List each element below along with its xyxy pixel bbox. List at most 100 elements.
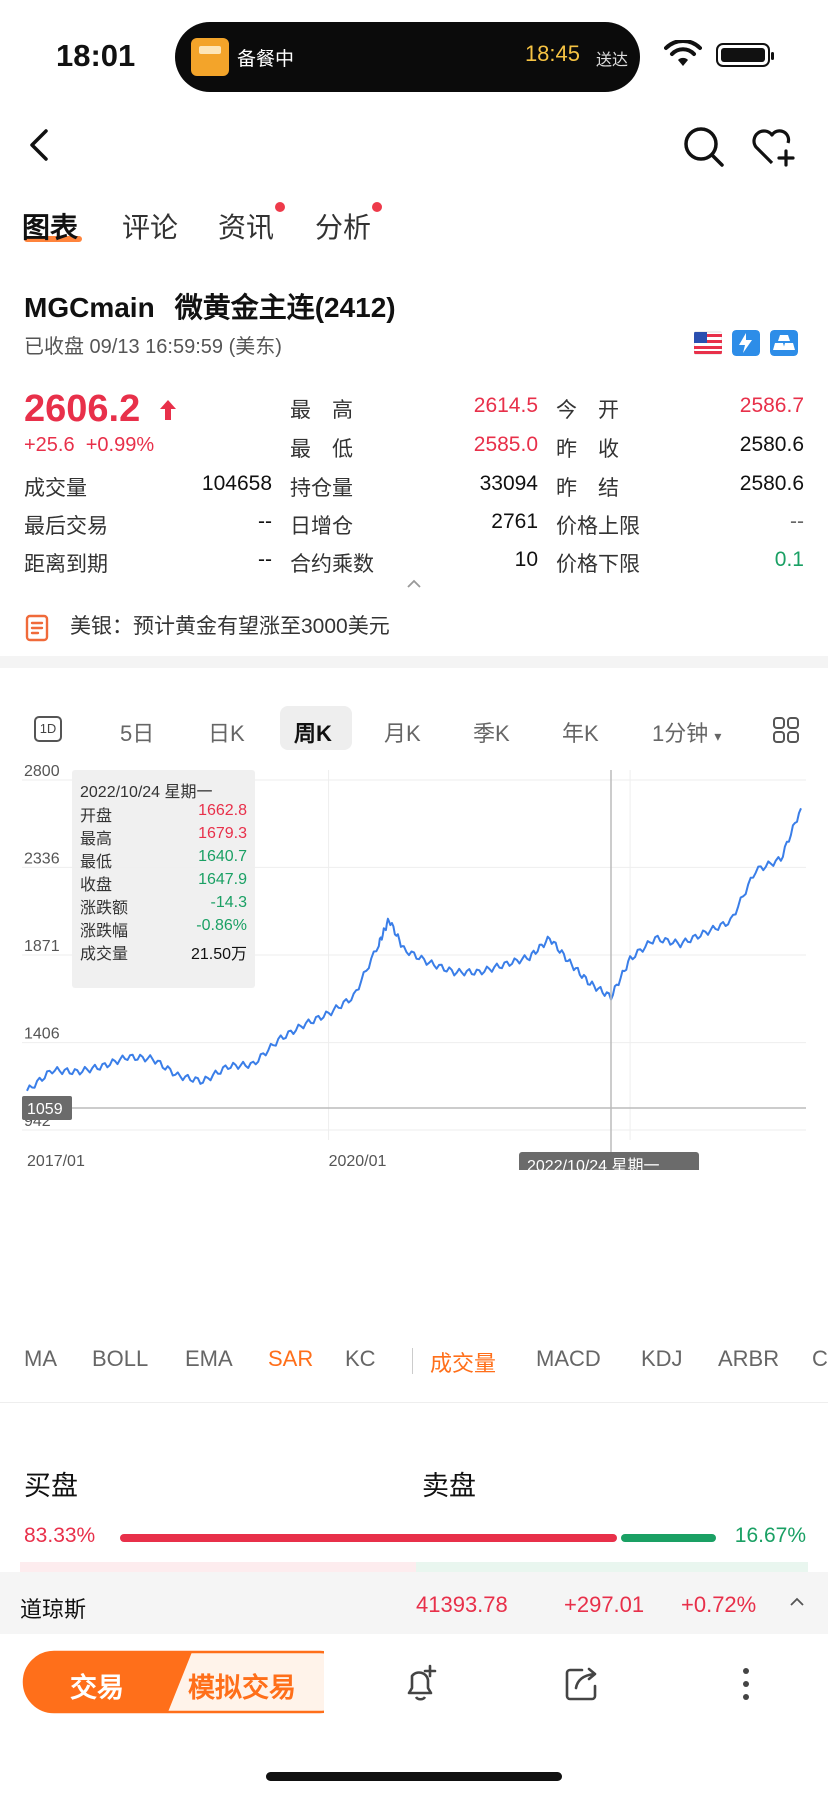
limit-down-label: 价格下限 bbox=[556, 553, 640, 576]
indicator-ma[interactable]: MA bbox=[24, 1346, 57, 1372]
indicator-kc[interactable]: KC bbox=[345, 1346, 376, 1372]
ask-title: 卖盘 bbox=[422, 1471, 476, 1501]
tooltip-value: 1640.7 bbox=[198, 848, 247, 865]
more-vertical-icon[interactable] bbox=[736, 1664, 756, 1704]
add-watchlist-heart-icon[interactable] bbox=[750, 125, 798, 169]
y-tick-label: 1871 bbox=[24, 938, 60, 955]
tab-comments[interactable]: 评论 bbox=[122, 206, 178, 246]
period-weekly[interactable]: 周K bbox=[294, 716, 332, 748]
ask-percent: 16.67% bbox=[734, 1524, 806, 1547]
indicator-ema[interactable]: EMA bbox=[185, 1346, 233, 1372]
volume-value: 104658 bbox=[201, 472, 272, 495]
news-doc-icon bbox=[25, 614, 49, 642]
tooltip-label: 最高 bbox=[80, 831, 113, 848]
oi-change-label: 日增仓 bbox=[290, 515, 353, 538]
prev-close-value: 2580.6 bbox=[739, 433, 804, 456]
limit-up-label: 价格上限 bbox=[556, 515, 640, 538]
low-label: 最 低 bbox=[290, 438, 353, 461]
bid-title: 买盘 bbox=[24, 1471, 78, 1501]
prev-settle-label: 昨 结 bbox=[556, 477, 619, 500]
oi-change-value: 2761 bbox=[491, 510, 538, 533]
tab-analysis[interactable]: 分析 bbox=[315, 206, 371, 246]
y-tick-label: 1406 bbox=[24, 1026, 60, 1043]
instrument-title: MGCmain 微黄金主连(2412) bbox=[24, 286, 396, 326]
tooltip-value: 1662.8 bbox=[198, 802, 247, 819]
sim-trade-button[interactable]: 模拟交易 bbox=[188, 1666, 296, 1705]
clock: 18:01 bbox=[56, 38, 136, 73]
period-yearly[interactable]: 年K bbox=[562, 716, 599, 748]
tab-news[interactable]: 资讯 bbox=[218, 206, 274, 246]
indicator-macd[interactable]: MACD bbox=[536, 1346, 601, 1372]
instrument-code: MGCmain bbox=[24, 292, 155, 323]
delivery-box-icon bbox=[191, 38, 229, 76]
period-daily[interactable]: 日K bbox=[208, 716, 245, 748]
divider bbox=[0, 1402, 828, 1403]
price-up-arrow-icon bbox=[160, 400, 176, 420]
period-quarterly[interactable]: 季K bbox=[473, 716, 510, 748]
change-percent: +0.99% bbox=[85, 434, 155, 456]
back-icon[interactable] bbox=[20, 125, 60, 165]
indicator-sar[interactable]: SAR bbox=[268, 1346, 313, 1372]
news-headline[interactable]: 美银：预计黄金有望涨至3000美元 bbox=[70, 610, 390, 640]
last-trade-value: -- bbox=[258, 510, 272, 533]
tooltip-label: 最低 bbox=[80, 854, 113, 871]
limit-down-value: 0.1 bbox=[774, 548, 804, 571]
island-status: 备餐中 bbox=[237, 49, 295, 70]
island-time: 18:45 bbox=[524, 41, 580, 66]
crosshair-date-label: 2022/10/24 星期一 bbox=[527, 1157, 660, 1170]
gold-bars-icon bbox=[770, 330, 798, 356]
open-interest-value: 33094 bbox=[479, 472, 538, 495]
expiry-value: -- bbox=[258, 548, 272, 571]
index-ticker-bar[interactable]: 道琼斯 41393.78 +297.01 +0.72% bbox=[0, 1572, 828, 1634]
crosshair-tooltip: 2022/10/24 星期一 开盘 1662.8 最高 1679.3 最低 1640.7 收… bbox=[72, 770, 255, 988]
ticker-name: 道琼斯 bbox=[20, 1597, 87, 1622]
price-change: +25.6 +0.99% bbox=[24, 434, 154, 457]
tooltip-label: 成交量 bbox=[80, 946, 129, 963]
tooltip-label: 涨跌幅 bbox=[80, 923, 129, 940]
bid-ratio-bar bbox=[120, 1534, 617, 1542]
open-value: 2586.7 bbox=[739, 394, 804, 417]
collapse-chevron-up-icon[interactable] bbox=[404, 578, 424, 590]
limit-up-value: -- bbox=[790, 510, 804, 533]
last-price: 2606.2 bbox=[24, 388, 141, 430]
y-tick-label: 2336 bbox=[24, 850, 60, 867]
prev-settle-value: 2580.6 bbox=[739, 472, 804, 495]
high-value: 2614.5 bbox=[473, 394, 538, 417]
analysis-badge-dot bbox=[372, 202, 382, 212]
trade-button[interactable]: 交易 bbox=[70, 1666, 124, 1705]
ask-depth-strip bbox=[416, 1562, 808, 1572]
indicator-boll[interactable]: BOLL bbox=[92, 1346, 148, 1372]
tab-chart[interactable]: 图表 bbox=[22, 206, 78, 246]
search-icon[interactable] bbox=[682, 125, 726, 169]
x-tick-label: 2020/01 bbox=[329, 1153, 387, 1170]
dynamic-island[interactable]: 备餐中 18:45 送达 bbox=[175, 22, 640, 92]
ticker-change: +297.01 bbox=[564, 1592, 645, 1617]
alert-bell-icon[interactable] bbox=[400, 1662, 442, 1704]
period-monthly[interactable]: 月K bbox=[384, 716, 421, 748]
section-divider bbox=[0, 656, 828, 668]
period-5d[interactable]: 5日 bbox=[120, 716, 154, 748]
tooltip-value: -14.3 bbox=[210, 894, 247, 911]
last-trade-label: 最后交易 bbox=[24, 515, 108, 538]
tooltip-label: 涨跌额 bbox=[80, 900, 129, 917]
tooltip-value: 1679.3 bbox=[198, 825, 247, 842]
expiry-label: 距离到期 bbox=[24, 553, 108, 576]
status-bar: 18:01 备餐中 18:45 送达 bbox=[0, 0, 828, 110]
level2-icon bbox=[732, 330, 760, 356]
ticker-price: 41393.78 bbox=[416, 1592, 508, 1617]
low-value: 2585.0 bbox=[473, 433, 538, 456]
indicator-volume[interactable]: 成交量 bbox=[430, 1346, 496, 1378]
period-1min[interactable]: 1分钟 ▾ bbox=[652, 716, 721, 748]
tooltip-value: 1647.9 bbox=[198, 871, 247, 888]
share-icon[interactable] bbox=[562, 1664, 602, 1704]
period-dropdown-icon: ▾ bbox=[714, 728, 722, 744]
wifi-icon bbox=[664, 40, 702, 66]
indicator-kdj[interactable]: KDJ bbox=[641, 1346, 683, 1372]
period-1d-icon[interactable]: 1D bbox=[34, 716, 62, 742]
indicator-more-clipped[interactable]: C bbox=[812, 1346, 828, 1372]
chart-settings-grid-icon[interactable] bbox=[772, 716, 800, 744]
ticker-expand-chevron-icon[interactable] bbox=[788, 1596, 806, 1608]
change-value: +25.6 bbox=[24, 434, 75, 456]
bid-percent: 83.33% bbox=[24, 1524, 96, 1547]
indicator-arbr[interactable]: ARBR bbox=[718, 1346, 779, 1372]
